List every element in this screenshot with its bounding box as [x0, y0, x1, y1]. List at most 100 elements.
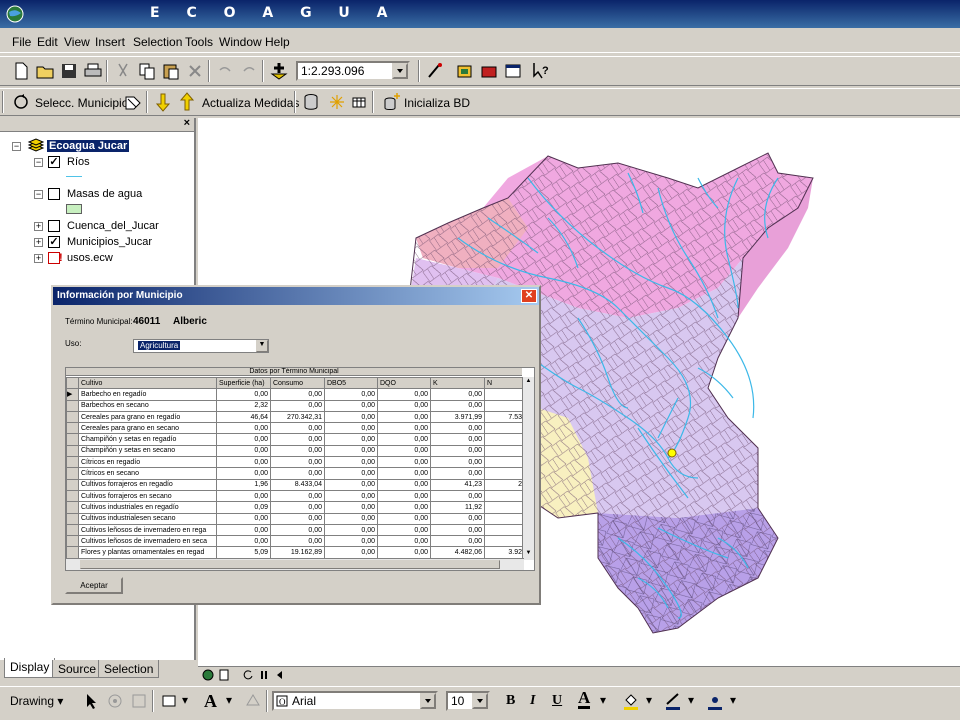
table-row[interactable]: ▶ Barbecho en regadío 0,00 0,00 0,00 0,00 0,00 — [66, 388, 525, 401]
table-row[interactable]: Champiñón y setas en regadío 0,00 0,00 0,00… — [66, 433, 525, 446]
table-cell[interactable]: 0,00 — [216, 535, 271, 548]
chevron-down-icon[interactable]: ▾ — [600, 693, 606, 707]
table-cell[interactable]: 0,00 — [377, 489, 431, 503]
italic-button[interactable]: I — [530, 693, 535, 709]
arccatalog-icon[interactable] — [454, 60, 476, 82]
table-cell[interactable]: 0,00 — [377, 535, 431, 548]
row-header[interactable]: ▶ — [66, 388, 79, 401]
layer-masas-checkbox[interactable] — [48, 188, 60, 200]
table-cell[interactable]: 0,00 — [216, 422, 271, 435]
sparkle-icon[interactable] — [326, 91, 348, 113]
menu-insert[interactable]: Insert — [95, 35, 125, 49]
vertical-scrollbar[interactable]: ▲ ▼ — [522, 377, 534, 560]
table-cell[interactable]: 0,00 — [377, 523, 431, 537]
row-header[interactable] — [66, 467, 79, 480]
row-header[interactable] — [66, 444, 79, 458]
marker-color-icon[interactable] — [704, 690, 726, 712]
data-view-icon[interactable] — [202, 669, 214, 681]
table-cell[interactable]: 0,00 — [377, 501, 431, 514]
toc-root-dataframe[interactable]: Ecoagua Jucar — [47, 140, 130, 152]
refresh-icon[interactable] — [242, 669, 254, 681]
table-cell[interactable]: Cereales para grano en regadío — [78, 410, 217, 424]
table-cell[interactable]: 0,00 — [430, 535, 485, 548]
table-row[interactable]: Cultivos leñosos de invernadero en rega 0… — [66, 523, 525, 537]
delete-icon[interactable] — [184, 60, 206, 82]
row-header[interactable] — [66, 535, 79, 548]
scroll-thumb[interactable] — [80, 560, 500, 569]
table-cell[interactable]: 0,00 — [324, 546, 378, 559]
table-cell[interactable] — [484, 512, 525, 525]
layer-masas-label[interactable]: Masas de agua — [67, 188, 142, 200]
row-header[interactable] — [66, 523, 79, 537]
table-cell[interactable]: 0,00 — [324, 535, 378, 548]
table-cell[interactable]: 0,00 — [430, 523, 485, 537]
column-header[interactable]: DBO5 — [324, 376, 378, 390]
table-cell[interactable] — [484, 467, 525, 480]
table-row[interactable]: Cultivos industriales en regadío 0,09 0,00… — [66, 501, 525, 514]
layer-rios-label[interactable]: Ríos — [67, 156, 90, 168]
table-cell[interactable]: 0,00 — [270, 433, 325, 446]
underline-button[interactable]: U — [552, 693, 562, 709]
table-cell[interactable]: 0,00 — [216, 456, 271, 469]
table-cell[interactable]: Cultivos industrialesen secano — [78, 512, 217, 525]
edit-vertices-icon[interactable] — [242, 690, 264, 712]
line-color-icon[interactable] — [662, 690, 684, 712]
menu-file[interactable]: File — [12, 35, 31, 49]
text-tool-icon[interactable]: A — [204, 691, 217, 712]
horizontal-scrollbar[interactable] — [66, 558, 524, 570]
table-row[interactable]: Flores y plantas ornamentales en regad 5,… — [66, 546, 525, 559]
layer-cuenca-checkbox[interactable] — [48, 220, 60, 232]
menu-help[interactable]: Help — [265, 35, 290, 49]
open-folder-icon[interactable] — [34, 60, 56, 82]
table-icon[interactable] — [348, 91, 370, 113]
scroll-up-icon[interactable]: ▲ — [524, 378, 533, 387]
table-cell[interactable]: 2 — [484, 478, 525, 491]
rotate-select-icon[interactable] — [10, 91, 32, 113]
expand-icon[interactable]: + — [34, 222, 43, 231]
data-grid[interactable]: Datos por Término Municipal Cultivo Supe… — [65, 367, 535, 571]
table-cell[interactable] — [484, 535, 525, 548]
table-cell[interactable]: 0,00 — [324, 523, 378, 537]
table-cell[interactable]: 0,00 — [324, 399, 378, 412]
table-cell[interactable]: 0,00 — [270, 501, 325, 514]
table-cell[interactable]: 0,00 — [324, 410, 378, 424]
rotate-icon[interactable] — [104, 690, 126, 712]
table-cell[interactable]: Flores y plantas ornamentales en regad — [78, 546, 217, 559]
table-cell[interactable]: 0,00 — [270, 456, 325, 469]
table-cell[interactable]: 2,32 — [216, 399, 271, 412]
row-header[interactable] — [66, 410, 79, 424]
chevron-down-icon[interactable]: ▾ — [730, 693, 736, 707]
table-cell[interactable]: 0,00 — [377, 388, 431, 401]
table-cell[interactable]: 0,00 — [216, 489, 271, 503]
clear-selection-icon[interactable] — [122, 91, 144, 113]
close-icon[interactable]: × — [184, 117, 190, 129]
table-cell[interactable]: 0,00 — [430, 399, 485, 412]
font-size-combo[interactable]: 10 — [446, 691, 490, 711]
table-cell[interactable]: 0,00 — [270, 523, 325, 537]
table-cell[interactable]: 0,00 — [270, 444, 325, 458]
row-header[interactable] — [66, 433, 79, 446]
table-cell[interactable]: Cultivos industriales en regadío — [78, 501, 217, 514]
table-cell[interactable]: 0,00 — [430, 433, 485, 446]
table-cell[interactable]: 0,00 — [216, 388, 271, 401]
menu-view[interactable]: View — [64, 35, 90, 49]
table-cell[interactable] — [484, 433, 525, 446]
table-cell[interactable]: 11,92 — [430, 501, 485, 514]
layer-rios-checkbox[interactable]: ✓ — [48, 156, 60, 168]
table-cell[interactable]: 0,00 — [430, 388, 485, 401]
table-cell[interactable]: 0,00 — [430, 422, 485, 435]
select-pointer-icon[interactable] — [80, 690, 102, 712]
undo-icon[interactable] — [214, 60, 236, 82]
column-header[interactable]: K — [430, 376, 485, 390]
table-row[interactable]: Cereales para grano en secano 0,00 0,00 0,0… — [66, 422, 525, 435]
row-header[interactable] — [66, 501, 79, 514]
table-cell[interactable]: Cultivos forrajeros en regadío — [78, 478, 217, 491]
table-cell[interactable]: 0,00 — [270, 467, 325, 480]
table-cell[interactable]: 0,00 — [377, 456, 431, 469]
table-cell[interactable]: 3.971,99 — [430, 410, 485, 424]
table-cell[interactable]: Cultivos forrajeros en secano — [78, 489, 217, 503]
table-cell[interactable]: 5,09 — [216, 546, 271, 559]
table-cell[interactable]: Cítricos en regadío — [78, 456, 217, 469]
table-cell[interactable]: 270.342,31 — [270, 410, 325, 424]
table-cell[interactable] — [484, 444, 525, 458]
